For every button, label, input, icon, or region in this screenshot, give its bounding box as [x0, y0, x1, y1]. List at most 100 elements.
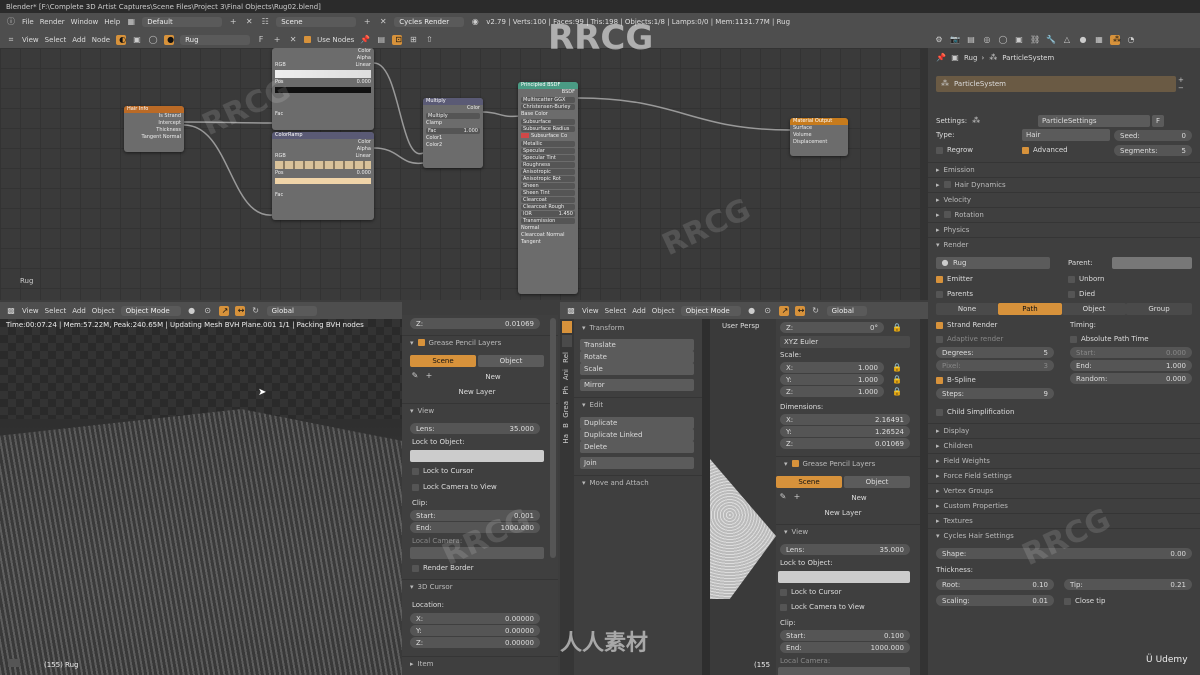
parents-checkbox[interactable] [936, 290, 943, 298]
prop-render-icon[interactable]: 📷 [950, 35, 960, 45]
np1-x-value[interactable]: 0.00000 [505, 615, 534, 623]
rotation-checkbox[interactable] [943, 211, 951, 218]
socket-ramp2-fac[interactable]: Fac [272, 192, 374, 199]
np2-dx-value[interactable]: 2.16491 [875, 416, 904, 424]
pin-properties-icon[interactable]: 📌 [936, 53, 946, 63]
vp2-shading-icon[interactable]: ● [747, 306, 757, 316]
snap-icon[interactable]: ⊡ [392, 34, 403, 45]
np1-pencil-icon[interactable]: ✎ [410, 371, 420, 381]
np2-lock-camera-checkbox[interactable] [780, 603, 787, 611]
ts-edit-title[interactable]: Edit [590, 401, 604, 409]
add-layout-icon[interactable]: + [228, 17, 238, 27]
np2-pencil-icon[interactable]: ✎ [778, 492, 788, 502]
ts-delete-button[interactable]: Delete [580, 441, 694, 453]
np1-gp-scene-tab[interactable]: Scene [410, 355, 476, 367]
socket-normal[interactable]: Normal [518, 225, 578, 232]
ts-attach-title[interactable]: Move and Attach [590, 479, 649, 487]
np2-gp-scene-tab[interactable]: Scene [776, 476, 842, 488]
advanced-checkbox[interactable] [1022, 146, 1029, 154]
np2-gp-object-tab[interactable]: Object [844, 476, 910, 488]
node-tree-up-icon[interactable]: ⇧ [424, 35, 434, 45]
vp1-manipulator-icon[interactable]: ↗ [218, 305, 229, 316]
strand-render-checkbox[interactable] [936, 321, 943, 329]
settings-users[interactable]: F [1152, 115, 1164, 127]
node-material-output[interactable]: Material Output Surface Volume Displacem… [790, 118, 848, 156]
timing-end-value[interactable]: 1.000 [1166, 362, 1186, 370]
material-selector[interactable]: Rug [180, 34, 251, 45]
tab-b[interactable]: B [560, 420, 572, 431]
np2-add-icon[interactable]: + [792, 492, 802, 502]
socket-clearcoat-normal[interactable]: Clearcoat Normal [518, 232, 578, 239]
use-nodes-checkbox[interactable] [304, 36, 312, 43]
vp2-menu-select[interactable]: Select [605, 307, 627, 315]
ramp2-mode[interactable]: RGB [275, 153, 286, 160]
ramp1-mode[interactable]: RGB [275, 62, 286, 69]
np1-lock-object-field[interactable] [410, 450, 544, 462]
random-value[interactable]: 0.000 [1166, 375, 1186, 383]
np2-lock-sx-icon[interactable]: 🔒 [892, 363, 902, 373]
ts-join-button[interactable]: Join [580, 457, 694, 469]
np1-item-title[interactable]: Item [418, 660, 434, 668]
node-hair-info[interactable]: Hair Info Is Strand Intercept Thickness … [124, 106, 184, 152]
close-scene-icon[interactable]: ✕ [378, 17, 388, 27]
vp2-translate-icon[interactable]: ↔ [794, 305, 805, 316]
ramp2-pos-value[interactable]: 0.000 [357, 170, 371, 177]
vp2-orientation[interactable]: Global [826, 305, 867, 316]
ts-rotate-button[interactable]: Rotate [580, 351, 694, 363]
psys-name[interactable]: ParticleSystem [954, 80, 1006, 88]
vp2-manipulator-icon[interactable]: ↗ [778, 305, 789, 316]
node-editor-type-icon[interactable]: ⌗ [6, 35, 16, 45]
socket-ramp2-alpha[interactable]: Alpha [272, 146, 374, 153]
render-engine-selector[interactable]: Cycles Render [394, 17, 465, 27]
section-cycles-hair[interactable]: Cycles Hair Settings [944, 532, 1014, 540]
section-physics[interactable]: Physics [944, 226, 970, 234]
socket-ramp2-color[interactable]: Color [272, 139, 374, 146]
socket-volume[interactable]: Volume [790, 132, 848, 139]
section-hair-dynamics[interactable]: Hair Dynamics [955, 181, 1006, 189]
abs-path-time-checkbox[interactable] [1070, 335, 1077, 343]
ramp2-gradient[interactable] [275, 161, 371, 169]
node-color-ramp-2[interactable]: ColorRamp Color Alpha RGB Linear Pos 0.000… [272, 132, 374, 220]
node-principled-bsdf[interactable]: Principled BSDF BSDF Multiscatter GGX Ch… [518, 82, 578, 294]
socket-subsurface-color[interactable]: Subsurface Co [531, 133, 567, 140]
socket-mix-color1[interactable]: Color1 [423, 135, 483, 142]
menu-help[interactable]: Help [104, 18, 120, 26]
np1-local-camera-field[interactable] [410, 547, 544, 559]
socket-transmission[interactable]: Transmission [521, 218, 575, 224]
prop-world-icon[interactable]: ◯ [998, 35, 1008, 45]
vp1-menu-add[interactable]: Add [72, 307, 86, 315]
tab-grease-pencil[interactable]: Grea [560, 398, 572, 421]
socket-surface[interactable]: Surface [790, 125, 848, 132]
socket-is-strand[interactable]: Is Strand [124, 113, 184, 120]
properties-type-icon[interactable]: ⚙ [934, 35, 944, 45]
np1-view-title[interactable]: View [418, 407, 435, 415]
socket-clearcoat-rough[interactable]: Clearcoat Rough [521, 204, 575, 210]
prop-texture-icon[interactable]: ▦ [1094, 35, 1104, 45]
socket-intercept[interactable]: Intercept [124, 120, 184, 127]
node-menu-select[interactable]: Select [45, 36, 67, 44]
np2-lock-z-icon[interactable]: 🔒 [892, 323, 902, 333]
seed-value[interactable]: 0 [1182, 132, 1186, 140]
vp1-pivot-icon[interactable]: ⊙ [203, 306, 213, 316]
vp1-mode-selector[interactable]: Object Mode [120, 305, 181, 316]
vp1-menu-view[interactable]: View [22, 307, 39, 315]
tab-animation[interactable]: Ani [560, 366, 572, 383]
mix-clamp-toggle[interactable]: Clamp [423, 120, 483, 127]
bspline-checkbox[interactable] [936, 376, 943, 384]
ior-value[interactable]: 1.450 [559, 211, 573, 217]
add-material-icon[interactable]: + [272, 35, 282, 45]
emitter-checkbox[interactable] [936, 275, 943, 283]
bsdf-subsurface-method[interactable]: Christensen-Burley [521, 104, 575, 110]
render-material-value[interactable]: Rug [953, 259, 966, 267]
np1-add-icon[interactable]: + [424, 371, 434, 381]
np2-rotation-mode[interactable]: XYZ Euler [780, 336, 910, 348]
prop-data-icon[interactable]: △ [1062, 35, 1072, 45]
np2-gp-title[interactable]: Grease Pencil Layers [803, 460, 876, 468]
prop-physics-icon[interactable]: ◔ [1126, 35, 1136, 45]
socket-specular[interactable]: Specular [521, 148, 575, 154]
np1-lock-camera-checkbox[interactable] [412, 483, 419, 491]
ts-mirror-button[interactable]: Mirror [580, 379, 694, 391]
prop-material-icon[interactable]: ● [1078, 35, 1088, 45]
vp1-shading-icon[interactable]: ● [187, 306, 197, 316]
node-color-ramp-1[interactable]: Color Alpha RGB Linear Pos 0.000 Fac [272, 48, 374, 130]
